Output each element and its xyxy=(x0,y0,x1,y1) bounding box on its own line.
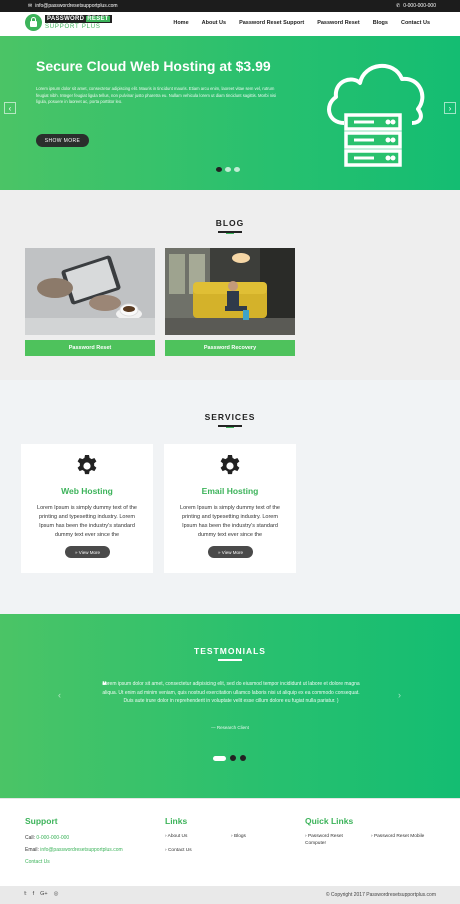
service-text: Lorem Ipsum is simply dummy text of the … xyxy=(180,505,280,538)
hero-text: Lorem ipsum dolor sit amet, consectetur … xyxy=(36,86,276,104)
footer-link-about[interactable]: › About Us xyxy=(165,833,187,840)
nav-item-about[interactable]: About Us xyxy=(202,20,226,26)
footer-links: Links › About Us › Blogs › Contact Us xyxy=(165,816,285,876)
top-bar: ✉ info@passwordresetsupportplus.com ✆ 0-… xyxy=(0,0,460,12)
footer-call: Call: 0-000-000-000 xyxy=(25,835,70,841)
nav-item-password-reset-support[interactable]: Password Reset Support xyxy=(239,20,304,26)
main-navbar: PASSWORD RESET SUPPORT PLUS Home About U… xyxy=(0,12,460,36)
slider-dots xyxy=(216,167,240,172)
footer: Support Call: 0-000-000-000 Email: info@… xyxy=(0,798,460,886)
service-title: Web Hosting xyxy=(61,486,113,496)
logo-line-2: SUPPORT PLUS xyxy=(45,24,101,30)
service-title: Email Hosting xyxy=(201,486,259,496)
footer-support: Support Call: 0-000-000-000 Email: info@… xyxy=(25,816,123,868)
testimonial-dot[interactable] xyxy=(230,755,236,761)
hero-title: Secure Cloud Web Hosting at $3.99 xyxy=(36,58,271,74)
footer-quick-link-computer[interactable]: › Password Reset Computer xyxy=(305,833,363,847)
testimonial-prev-arrow[interactable]: ‹ xyxy=(58,690,61,700)
section-divider xyxy=(218,231,242,234)
lock-icon xyxy=(25,14,42,31)
top-phone[interactable]: ✆ 0-000-000-000 xyxy=(396,3,436,9)
footer-links-title: Links xyxy=(165,816,188,826)
blog-card-caption: Password Reset xyxy=(25,340,155,356)
nav-item-home[interactable]: Home xyxy=(173,20,188,26)
google-plus-icon[interactable]: G+ xyxy=(40,891,48,897)
hero-slider: Secure Cloud Web Hosting at $3.99 Lorem … xyxy=(0,36,460,190)
section-divider xyxy=(218,425,242,428)
testimonial-next-arrow[interactable]: › xyxy=(398,690,401,700)
testimonials-title: TESTMONIALS xyxy=(194,646,266,656)
top-phone-text: 0-000-000-000 xyxy=(403,3,436,9)
tablet-photo xyxy=(25,248,155,335)
service-text: Lorem Ipsum is simply dummy text of the … xyxy=(37,505,137,538)
gear-icon xyxy=(77,455,97,475)
office-photo xyxy=(165,248,295,335)
footer-link-contact[interactable]: › Contact Us xyxy=(165,847,192,854)
blog-card-password-recovery[interactable]: Password Recovery xyxy=(165,248,295,356)
show-more-button[interactable]: SHOW MORE xyxy=(36,134,89,147)
slider-dot[interactable] xyxy=(234,167,240,172)
blog-card-password-reset[interactable]: Password Reset xyxy=(25,248,155,356)
view-more-button[interactable]: » View More xyxy=(65,546,110,558)
logo-line-1: PASSWORD RESET xyxy=(45,15,112,23)
cloud-server-icon xyxy=(327,63,425,167)
footer-call-link[interactable]: 0-000-000-000 xyxy=(36,835,69,841)
testimonials-section: TESTMONIALS ❝ Lorem ipsum dolor sit amet… xyxy=(0,614,460,798)
footer-quick-links: Quick Links › Password Reset Computer › … xyxy=(305,816,445,876)
service-card-web-hosting: Web Hosting Lorem Ipsum is simply dummy … xyxy=(21,444,153,573)
testimonial-dot[interactable] xyxy=(213,755,226,761)
twitter-icon[interactable]: 𝕥 xyxy=(24,891,27,897)
services-section: SERVICES Web Hosting Lorem Ipsum is simp… xyxy=(0,380,460,614)
top-email[interactable]: ✉ info@passwordresetsupportplus.com xyxy=(28,3,118,9)
nav-item-contact[interactable]: Contact Us xyxy=(401,20,430,26)
footer-contact-link[interactable]: Contact Us xyxy=(25,859,50,865)
testimonial-text: Lorem ipsum dolor sit amet, consectetur … xyxy=(102,681,360,705)
testimonial-author: — Research Client xyxy=(211,725,249,730)
phone-icon: ✆ xyxy=(395,3,401,9)
blog-card-caption: Password Recovery xyxy=(165,340,295,356)
footer-quick-link-mobile[interactable]: › Password Reset Mobile xyxy=(371,833,424,840)
services-title: SERVICES xyxy=(204,412,256,422)
envelope-icon: ✉ xyxy=(28,3,33,9)
testimonial-dots xyxy=(213,755,246,761)
social-links: 𝕥 f G+ ◎ xyxy=(24,891,58,897)
nav-item-password-reset[interactable]: Password Reset xyxy=(317,20,360,26)
slider-dot[interactable] xyxy=(216,167,222,172)
footer-link-blogs[interactable]: › Blogs xyxy=(231,833,246,840)
nav-item-blogs[interactable]: Blogs xyxy=(373,20,388,26)
top-email-text: info@passwordresetsupportplus.com xyxy=(35,3,118,9)
gear-icon xyxy=(220,455,240,475)
footer-bottom-bar: 𝕥 f G+ ◎ © Copyright 2017 Passwordresets… xyxy=(0,886,460,904)
blog-title: BLOG xyxy=(215,218,245,228)
service-card-email-hosting: Email Hosting Lorem Ipsum is simply dumm… xyxy=(164,444,296,573)
facebook-icon[interactable]: f xyxy=(33,891,35,897)
testimonial-dot[interactable] xyxy=(240,755,246,761)
slider-prev-arrow[interactable]: ‹ xyxy=(4,102,16,114)
footer-support-title: Support xyxy=(25,816,58,826)
slider-dot[interactable] xyxy=(225,167,231,172)
footer-quick-title: Quick Links xyxy=(305,816,354,826)
nav-menu: Home About Us Password Reset Support Pas… xyxy=(173,20,430,26)
footer-email-link[interactable]: info@passwordresetsupportplus.com xyxy=(40,847,122,853)
blog-section: BLOG Password Reset Password Recovery xyxy=(0,190,460,380)
pinterest-icon[interactable]: ◎ xyxy=(54,891,59,897)
slider-next-arrow[interactable]: › xyxy=(444,102,456,114)
site-logo[interactable]: PASSWORD RESET SUPPORT PLUS xyxy=(25,14,112,31)
view-more-button[interactable]: » View More xyxy=(208,546,253,558)
section-divider xyxy=(218,659,242,661)
footer-email: Email: info@passwordresetsupportplus.com xyxy=(25,847,123,853)
copyright-text: © Copyright 2017 Passwordresetsupportplu… xyxy=(325,892,436,898)
